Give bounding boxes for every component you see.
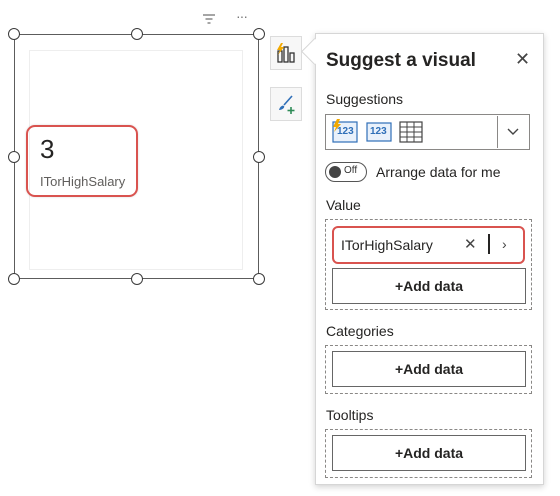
suggest-visual-icon — [277, 43, 295, 63]
resize-handle-top-right[interactable] — [253, 28, 265, 40]
arrange-data-toggle[interactable]: Off — [325, 162, 367, 182]
more-options-icon[interactable]: ··· — [236, 8, 248, 24]
toggle-knob — [329, 166, 341, 178]
multirow-card-glyph: 123 — [370, 126, 387, 137]
suggestion-table-button[interactable] — [398, 121, 424, 143]
toggle-state: Off — [344, 165, 358, 176]
tooltips-label: Tooltips — [326, 407, 374, 423]
resize-handle-bottom-left[interactable] — [8, 273, 20, 285]
suggestions-label: Suggestions — [326, 91, 404, 107]
paintbrush-add-icon — [279, 95, 295, 114]
visual-header-icons: ··· — [200, 8, 260, 30]
resize-handle-top-middle[interactable] — [131, 28, 143, 40]
format-visual-button[interactable] — [270, 87, 302, 121]
card-value: 3 — [40, 134, 55, 164]
categories-add-data-button[interactable]: +Add data — [332, 351, 526, 387]
value-field-name: ITorHighSalary — [341, 237, 433, 253]
chevron-down-icon[interactable] — [506, 124, 520, 142]
card-visual-glyph: 123 — [337, 126, 354, 137]
resize-handle-bottom-right[interactable] — [253, 273, 265, 285]
tooltips-add-data-button[interactable]: +Add data — [332, 435, 526, 471]
resize-handle-bottom-middle[interactable] — [131, 273, 143, 285]
suggestion-multirow-card-button[interactable]: 123 — [366, 121, 392, 143]
value-add-data-button[interactable]: +Add data — [332, 268, 526, 304]
close-icon[interactable]: ✕ — [515, 49, 530, 70]
suggestion-card-button[interactable]: 123 — [331, 119, 359, 145]
field-separator — [488, 234, 490, 254]
suggest-visual-button[interactable] — [270, 36, 302, 70]
categories-label: Categories — [326, 323, 394, 339]
card-label: ITorHighSalary — [40, 174, 126, 189]
resize-handle-top-left[interactable] — [8, 28, 20, 40]
panel-title: Suggest a visual — [326, 50, 476, 71]
resize-handle-middle-right[interactable] — [253, 151, 265, 163]
chevron-right-icon[interactable]: › — [502, 236, 507, 252]
remove-field-icon[interactable]: ✕ — [464, 235, 477, 253]
value-label: Value — [326, 197, 361, 213]
filter-icon[interactable] — [202, 12, 216, 30]
resize-handle-middle-left[interactable] — [8, 151, 20, 163]
arrange-data-label: Arrange data for me — [376, 164, 501, 180]
suggestions-divider — [497, 116, 498, 148]
table-icon — [399, 121, 423, 143]
